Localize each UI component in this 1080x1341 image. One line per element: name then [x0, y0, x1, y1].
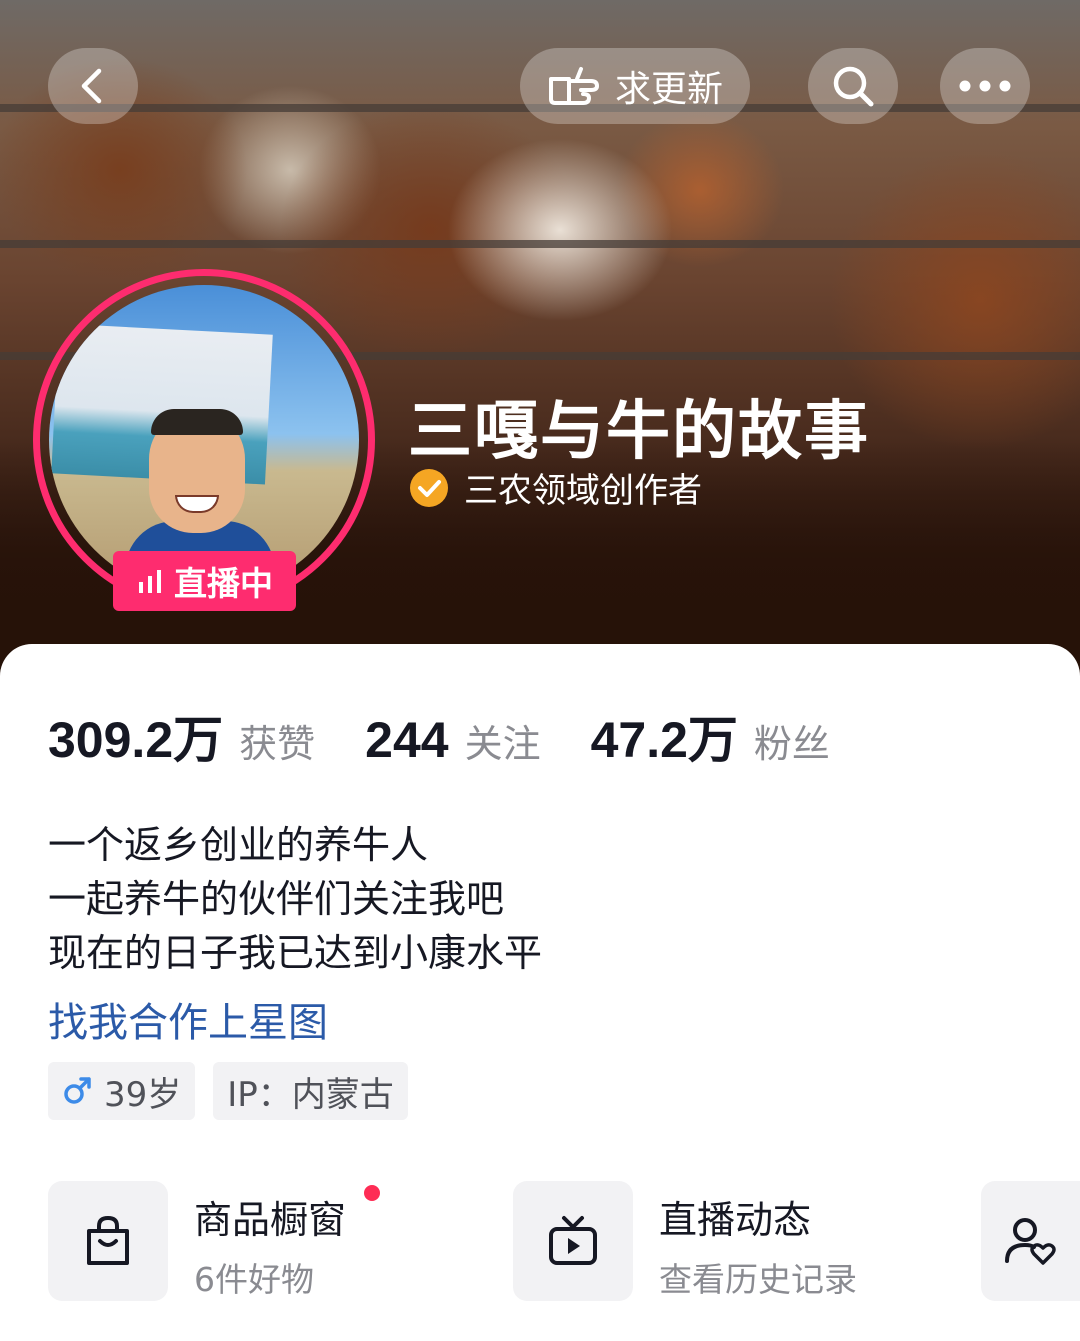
- stat-following[interactable]: 244 关注: [365, 711, 540, 769]
- more-button[interactable]: [940, 48, 1030, 124]
- live-history-subtitle: 查看历史记录: [659, 1260, 857, 1299]
- request-update-label: 求更新: [614, 69, 723, 110]
- shop-window-title[interactable]: 商品橱窗: [194, 1189, 346, 1244]
- ip-label: IP：内蒙古: [227, 1074, 394, 1115]
- live-history-title[interactable]: 直播动态: [659, 1189, 811, 1244]
- fans-group-tile[interactable]: [981, 1181, 1080, 1301]
- shopping-bag-icon: [87, 1215, 129, 1265]
- stat-label: 获赞: [239, 722, 316, 766]
- profile-name: 三嘎与牛的故事: [408, 395, 870, 469]
- bio-line: 一个返乡创业的养牛人: [48, 823, 429, 867]
- avatar-photo: [49, 285, 359, 595]
- age-label: 39岁: [104, 1074, 182, 1115]
- bio-line: 一起养牛的伙伴们关注我吧: [48, 877, 505, 921]
- stat-likes[interactable]: 309.2万 获赞: [48, 700, 315, 772]
- banner-fence-rail: [0, 240, 1080, 248]
- male-icon: [64, 1077, 91, 1104]
- chevron-left-icon: [81, 68, 102, 104]
- live-bars-icon: [139, 570, 161, 593]
- stat-value: 309.2万: [48, 712, 224, 768]
- ip-tag: IP：内蒙古: [213, 1062, 408, 1120]
- back-button[interactable]: [48, 48, 138, 124]
- feature-tiles: 商品橱窗 6件好物 直播动态 查看历史记录: [48, 1181, 1080, 1301]
- verification-label: 三农领域创作者: [464, 471, 702, 511]
- live-badge[interactable]: 直播中: [113, 551, 296, 611]
- shop-window-tile[interactable]: [48, 1181, 168, 1301]
- stat-label: 粉丝: [753, 722, 830, 766]
- creator-verification[interactable]: 三农领域创作者: [408, 463, 702, 512]
- stat-label: 关注: [464, 722, 541, 766]
- tv-play-icon: [549, 1216, 597, 1265]
- request-update-button[interactable]: 求更新: [520, 48, 750, 124]
- notification-dot: [364, 1185, 380, 1201]
- verified-check-icon: [410, 468, 448, 507]
- user-heart-icon: [1004, 1218, 1056, 1265]
- shop-window-subtitle: 6件好物: [194, 1260, 314, 1299]
- stat-value: 47.2万: [590, 712, 738, 768]
- live-history-tile[interactable]: [513, 1181, 633, 1301]
- stat-value: 244: [365, 712, 449, 768]
- live-label: 直播中: [174, 564, 273, 603]
- profile-tags: 39岁 IP：内蒙古: [48, 1062, 408, 1120]
- bio-line: 现在的日子我已达到小康水平: [48, 931, 543, 975]
- search-button[interactable]: [808, 48, 898, 124]
- cooperation-link[interactable]: 找我合作上星图: [48, 990, 328, 1048]
- profile-stats: 309.2万 获赞 244 关注 47.2万 粉丝: [48, 700, 880, 772]
- more-dots-icon: [959, 80, 1011, 92]
- avatar-hair: [151, 409, 243, 435]
- stat-followers[interactable]: 47.2万 粉丝: [591, 700, 830, 772]
- search-icon: [833, 66, 874, 107]
- profile-bio: 一个返乡创业的养牛人 一起养牛的伙伴们关注我吧 现在的日子我已达到小康水平: [48, 818, 542, 980]
- pointing-hand-icon: [548, 67, 599, 105]
- age-tag: 39岁: [48, 1062, 196, 1120]
